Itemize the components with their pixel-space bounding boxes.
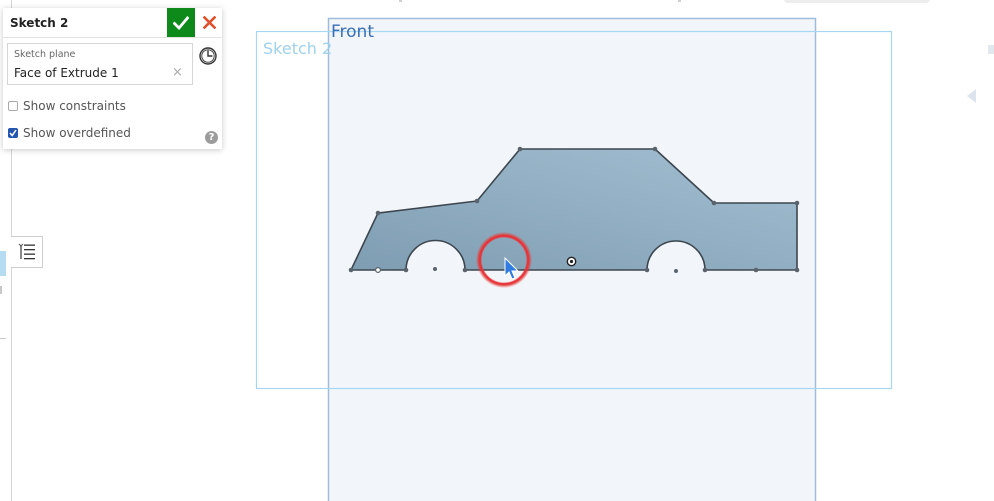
sketch-point [794,200,800,206]
sketch-point [794,267,800,273]
sketch-feature-dialog: Sketch 2 Sketch plane Face of Extrude 1 … [3,8,222,149]
toolbar-search-field[interactable] [784,0,930,3]
sketch-plane-value: Face of Extrude 1 [14,66,119,80]
sketch-point [652,146,658,152]
arc-center-point [674,269,678,273]
sketch-point [753,267,759,273]
sketch-plane-label: Sketch 2 [263,39,332,58]
feature-list-toggle[interactable] [11,236,43,268]
sketch-point [462,267,468,273]
show-overdefined-label: Show overdefined [23,126,131,140]
cancel-button[interactable] [197,8,222,37]
question-icon[interactable]: ? [205,131,218,144]
show-overdefined-option[interactable]: Show overdefined [8,125,131,141]
checkmark-icon [173,15,189,30]
sketch-plane-field[interactable]: Sketch plane Face of Extrude 1 × [7,43,193,85]
sketch-point [348,267,354,273]
clock-icon[interactable] [197,45,219,67]
feature-list-icon [18,243,35,260]
midpoint-marker [375,267,382,274]
rail-selected-indicator [0,251,6,276]
sketch-point [702,267,708,273]
show-constraints-checkbox[interactable] [8,101,18,111]
toolbar-remnant [678,0,681,2]
origin-point-icon [566,256,577,267]
sketch-point [711,200,717,206]
collapse-left-arrow-icon[interactable] [967,89,976,103]
sketch-point [517,146,523,152]
sketch-point [474,198,480,204]
checkbox-check-icon [9,129,17,137]
cursor-highlight-ring [476,232,532,288]
rail-divider [0,338,6,339]
accept-button[interactable] [167,8,195,37]
front-plane-label: Front [331,22,374,42]
dialog-header: Sketch 2 [3,8,222,38]
sketch-plane-label: Sketch plane [14,49,76,60]
rail-divider [0,286,2,294]
sketch-point [644,267,650,273]
dialog-title: Sketch 2 [10,16,69,30]
show-constraints-label: Show constraints [23,99,126,113]
clear-x-icon[interactable]: × [172,65,183,80]
show-constraints-option[interactable]: Show constraints [8,98,126,114]
sketch-point [403,267,409,273]
toolbar-remnant [399,0,402,2]
sketch-point [375,210,381,216]
right-panel-tab[interactable] [988,45,994,54]
arc-center-point [433,267,437,271]
show-overdefined-checkbox[interactable] [8,128,18,138]
close-icon [203,16,216,29]
